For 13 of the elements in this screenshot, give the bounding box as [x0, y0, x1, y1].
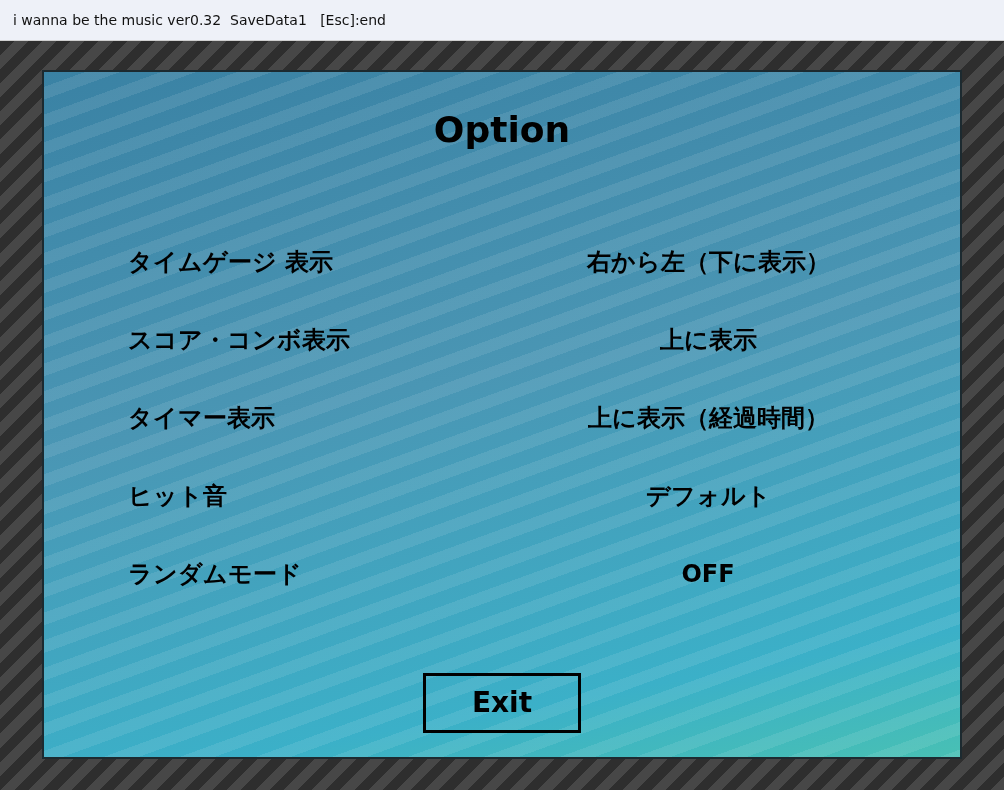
option-label: ヒット音 [128, 482, 227, 511]
option-label: タイムゲージ 表示 [128, 248, 334, 277]
option-label: タイマー表示 [128, 404, 275, 433]
option-value[interactable]: 上に表示（経過時間） [587, 404, 829, 433]
option-value[interactable]: デフォルト [645, 482, 771, 511]
option-label: ランダムモード [128, 560, 302, 589]
option-label: スコア・コンボ表示 [128, 326, 350, 355]
window-title: i wanna be the music ver0.32 SaveData1 [Esc]:end [13, 10, 386, 30]
option-value[interactable]: 右から左（下に表示） [586, 248, 830, 277]
option-value[interactable]: 上に表示 [659, 326, 757, 355]
exit-button[interactable]: Exit [423, 673, 581, 733]
option-value[interactable]: OFF [681, 560, 735, 589]
screen-title: Option [433, 109, 571, 150]
